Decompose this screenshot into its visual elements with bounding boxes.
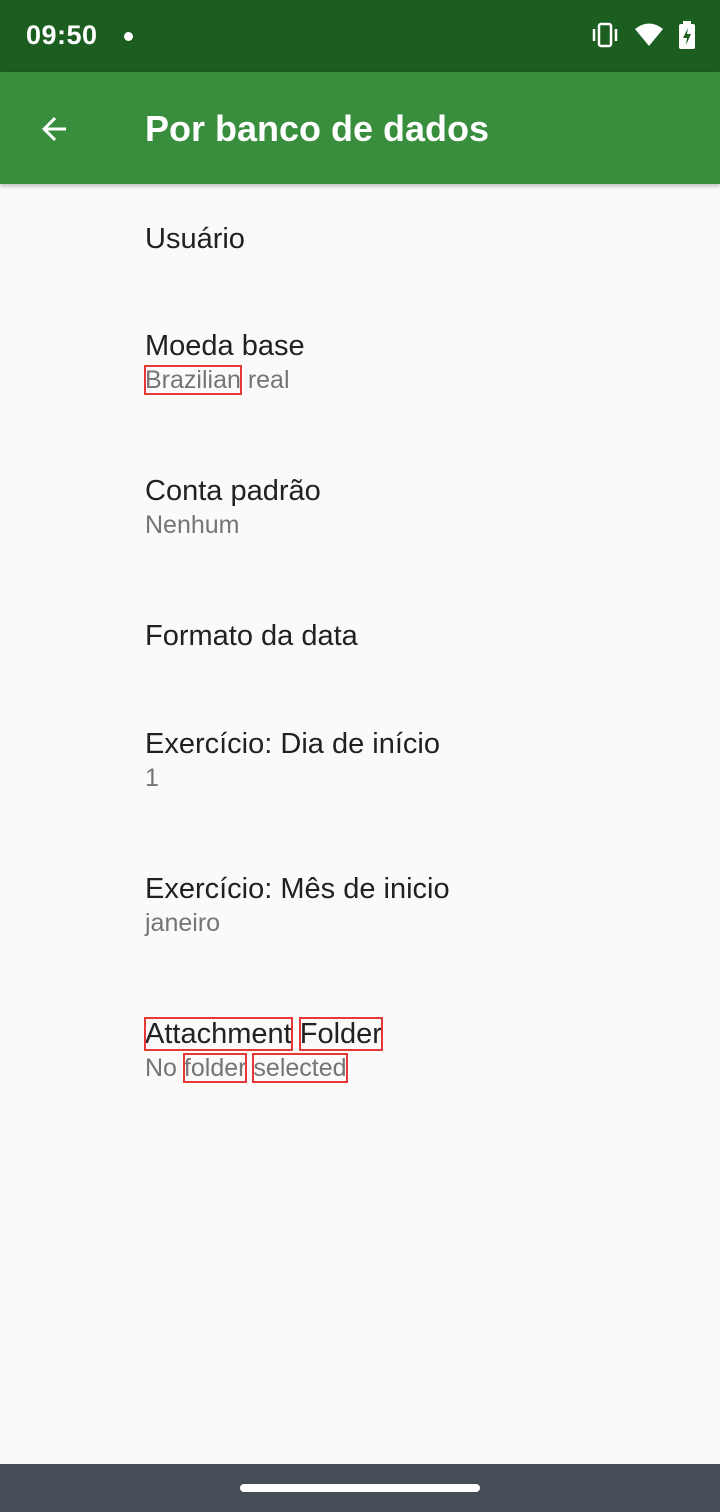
pref-summary: Nenhum (145, 511, 240, 539)
title-word-highlighted: Attachment (144, 1017, 293, 1051)
summary-word: real (247, 366, 290, 394)
pref-title: Formato da data (145, 620, 358, 652)
pref-moeda-base[interactable]: Moeda base Brazilian real (0, 292, 720, 437)
pref-attachment-folder[interactable]: Attachment Folder No folder selected (0, 980, 720, 1125)
status-time: 09:50 (26, 20, 98, 50)
pref-summary: 1 (145, 764, 159, 792)
pref-formato-data[interactable]: Formato da data (0, 582, 720, 690)
pref-conta-padrao[interactable]: Conta padrão Nenhum (0, 437, 720, 582)
vibrate-icon (592, 22, 618, 48)
summary-word-highlighted: Brazilian (144, 365, 242, 395)
home-gesture-handle[interactable] (240, 1484, 480, 1492)
pref-title: Moeda base (145, 330, 305, 362)
pref-title: Exercício: Dia de início (145, 728, 440, 760)
pref-summary: No folder selected (145, 1052, 720, 1084)
pref-usuario[interactable]: Usuário (0, 184, 720, 292)
arrow-back-icon (42, 117, 66, 141)
page-title: Por banco de dados (145, 108, 490, 149)
pref-exercicio-dia[interactable]: Exercício: Dia de início 1 (0, 690, 720, 835)
pref-exercicio-mes[interactable]: Exercício: Mês de inicio janeiro (0, 835, 720, 980)
summary-word-highlighted: selected (252, 1053, 348, 1083)
app-bar: Por banco de dados (0, 72, 720, 184)
pref-summary: Brazilian real (144, 364, 720, 396)
status-bar: 09:50 (0, 0, 720, 72)
back-button[interactable] (26, 101, 82, 157)
battery-charging-icon (679, 21, 695, 49)
pref-summary: janeiro (145, 909, 221, 937)
pref-title: Attachment Folder (144, 1016, 720, 1052)
navigation-bar (0, 1464, 720, 1512)
pref-title: Conta padrão (145, 475, 321, 507)
notification-dot-icon (124, 32, 133, 41)
pref-title: Exercício: Mês de inicio (145, 873, 450, 905)
pref-title: Usuário (145, 223, 245, 255)
title-word-highlighted: Folder (298, 1017, 383, 1051)
status-icons (590, 20, 696, 50)
preferences-list: Usuário Moeda base Brazilian real Conta … (0, 184, 720, 1125)
summary-word: No (145, 1054, 177, 1082)
wifi-icon (635, 23, 663, 46)
summary-word-highlighted: folder (182, 1053, 248, 1083)
